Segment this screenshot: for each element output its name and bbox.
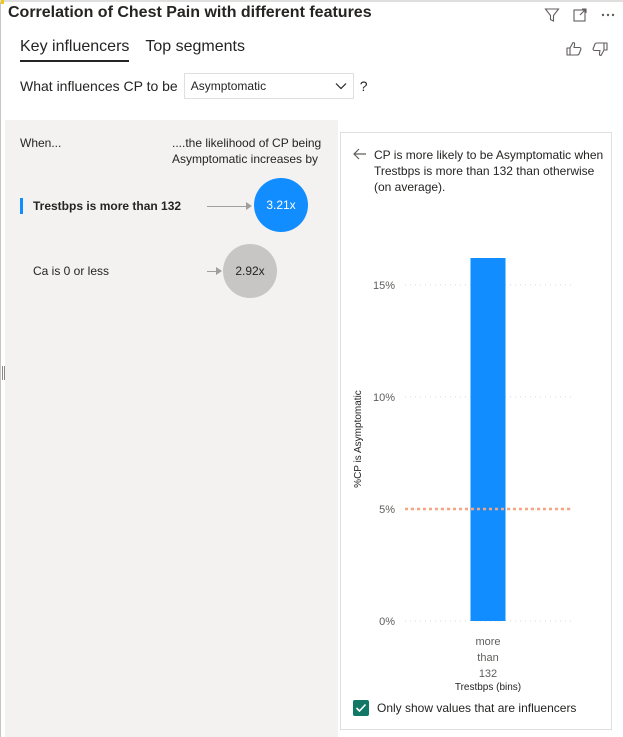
connector-line [207, 206, 247, 207]
y-tick-label: 5% [379, 504, 395, 516]
x-axis-title: Trestbps (bins) [455, 682, 521, 693]
visual-frame-top-edge [0, 0, 623, 2]
selected-indicator [20, 198, 23, 214]
visual-accent-mark [1, 0, 4, 4]
question-prefix: What influences CP to be [20, 78, 178, 94]
influence-question: What influences CP to be Asymptomatic ? [20, 72, 368, 100]
influencer-bar-chart: 0% 5% 10% 15% %CP is Asymptomatic more than 132… [353, 258, 573, 693]
checkbox[interactable] [353, 700, 369, 716]
x-category-label: than [477, 652, 498, 664]
feedback-buttons [565, 40, 609, 58]
question-mark: ? [359, 78, 368, 94]
x-category-label: more [475, 636, 500, 648]
y-tick-label: 15% [373, 280, 395, 292]
influencer-row[interactable]: Trestbps is more than 132 3.21x [5, 176, 338, 232]
visual-frame-left-edge [0, 0, 1, 737]
y-tick-label: 10% [373, 392, 395, 404]
tab-bar: Key influencers Top segments [20, 38, 245, 62]
y-tick-label: 0% [379, 616, 395, 628]
only-influencers-toggle[interactable]: Only show values that are influencers [353, 700, 576, 716]
influencers-panel: When... ....the likelihood of CP being A… [5, 120, 338, 737]
focus-mode-icon[interactable] [571, 6, 589, 24]
visual-title: Correlation of Chest Pain with different… [8, 4, 372, 21]
bar [470, 258, 506, 621]
likelihood-label: ....the likelihood of CP being Asymptoma… [172, 136, 322, 166]
target-value-dropdown[interactable]: Asymptomatic [183, 73, 354, 99]
influencer-label: Ca is 0 or less [33, 264, 110, 278]
arrow-icon [216, 267, 222, 275]
dropdown-selected-value: Asymptomatic [190, 79, 267, 93]
tab-top-segments[interactable]: Top segments [145, 38, 245, 62]
checkbox-label: Only show values that are influencers [377, 701, 577, 715]
influence-bubble: 3.21x [254, 178, 308, 232]
arrow-icon [246, 202, 252, 210]
influencer-label: Trestbps is more than 132 [33, 199, 182, 213]
influencer-detail-card: CP is more likely to be Asymptomatic whe… [340, 132, 612, 730]
visual-header-actions [543, 6, 617, 24]
when-label: When... [20, 136, 62, 150]
thumbs-up-icon[interactable] [565, 40, 583, 58]
more-options-icon[interactable] [599, 6, 617, 24]
x-category-label: 132 [479, 668, 497, 680]
filter-icon[interactable] [543, 6, 561, 24]
chevron-down-icon [335, 79, 347, 93]
thumbs-down-icon[interactable] [591, 40, 609, 58]
influencer-row[interactable]: Ca is 0 or less 2.92x [5, 242, 338, 298]
influence-bubble: 2.92x [223, 244, 277, 298]
y-axis-title: %CP is Asymptomatic [353, 390, 364, 488]
tab-key-influencers[interactable]: Key influencers [20, 38, 130, 62]
